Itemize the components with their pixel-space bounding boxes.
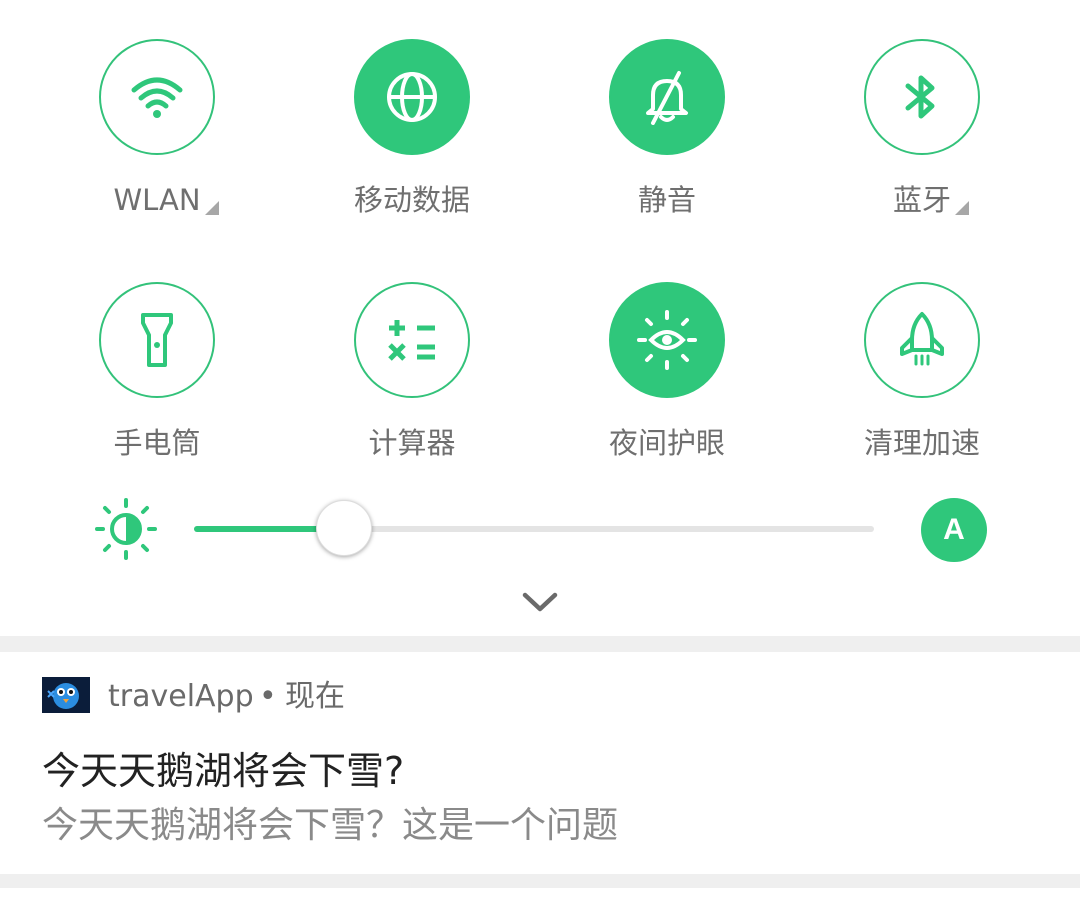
wlan-toggle[interactable] xyxy=(99,39,215,155)
globe-icon xyxy=(387,72,437,122)
chevron-down-icon[interactable] xyxy=(521,590,559,614)
mobile-data-toggle[interactable] xyxy=(354,39,470,155)
menu-triangle-icon xyxy=(204,201,219,215)
bluetooth-toggle[interactable] xyxy=(864,39,980,155)
notification-card[interactable]: travelApp • 现在 今天天鹅湖将会下雪? 今天天鹅湖将会下雪？这是一个… xyxy=(0,652,1080,874)
tile-label: 计算器 xyxy=(368,426,456,460)
brightness-icon xyxy=(95,498,157,560)
cleanup-button[interactable] xyxy=(864,282,980,398)
silent-toggle[interactable] xyxy=(609,39,725,155)
tile-calculator[interactable]: 计算器 xyxy=(312,282,512,460)
tile-cleanup[interactable]: 清理加速 xyxy=(822,282,1022,460)
eye-care-toggle[interactable] xyxy=(609,282,725,398)
calculator-icon xyxy=(388,320,435,361)
rocket-icon xyxy=(900,312,944,366)
tile-eye-care[interactable]: 夜间护眼 xyxy=(567,282,767,460)
auto-brightness-button[interactable]: A xyxy=(921,498,987,562)
brightness-slider[interactable] xyxy=(194,500,874,556)
tile-label: 清理加速 xyxy=(863,426,980,460)
notification-app-name: travelApp xyxy=(108,679,254,714)
tile-label: 夜间护眼 xyxy=(608,426,725,460)
tile-label: 移动数据 xyxy=(353,183,470,217)
app-icon xyxy=(42,677,90,713)
flashlight-icon xyxy=(141,313,173,367)
tile-label: 静音 xyxy=(637,183,696,217)
notification-title: 今天天鹅湖将会下雪? xyxy=(42,749,405,793)
brightness-slider-thumb[interactable] xyxy=(315,500,372,556)
wifi-icon xyxy=(131,77,183,118)
tile-label: 蓝牙 xyxy=(892,183,951,217)
tile-label: 手电筒 xyxy=(113,426,201,460)
notification-time: 现在 xyxy=(285,679,345,714)
notification-body: 今天天鹅湖将会下雪？这是一个问题 xyxy=(42,805,619,846)
divider xyxy=(0,636,1080,652)
tile-silent[interactable]: 静音 xyxy=(567,39,767,217)
separator-dot: • xyxy=(259,679,277,714)
tile-flashlight[interactable]: 手电筒 xyxy=(57,282,257,460)
tile-wlan[interactable]: WLAN xyxy=(57,39,257,217)
tile-mobile-data[interactable]: 移动数据 xyxy=(312,39,512,217)
bell-off-icon xyxy=(646,71,688,125)
divider xyxy=(0,874,1080,888)
brightness-row: A xyxy=(0,495,1080,565)
flashlight-toggle[interactable] xyxy=(99,282,215,398)
quick-settings-panel: WLAN 移动数据 静音 蓝牙 手电筒 计算器 夜间护眼 清理加速 A xyxy=(0,0,1080,636)
menu-triangle-icon xyxy=(955,201,969,215)
bottom-area xyxy=(0,888,1080,902)
eye-care-icon xyxy=(637,310,697,370)
calculator-button[interactable] xyxy=(354,282,470,398)
tile-label: WLAN xyxy=(113,183,201,217)
bluetooth-icon xyxy=(905,75,935,119)
tile-bluetooth[interactable]: 蓝牙 xyxy=(822,39,1022,217)
